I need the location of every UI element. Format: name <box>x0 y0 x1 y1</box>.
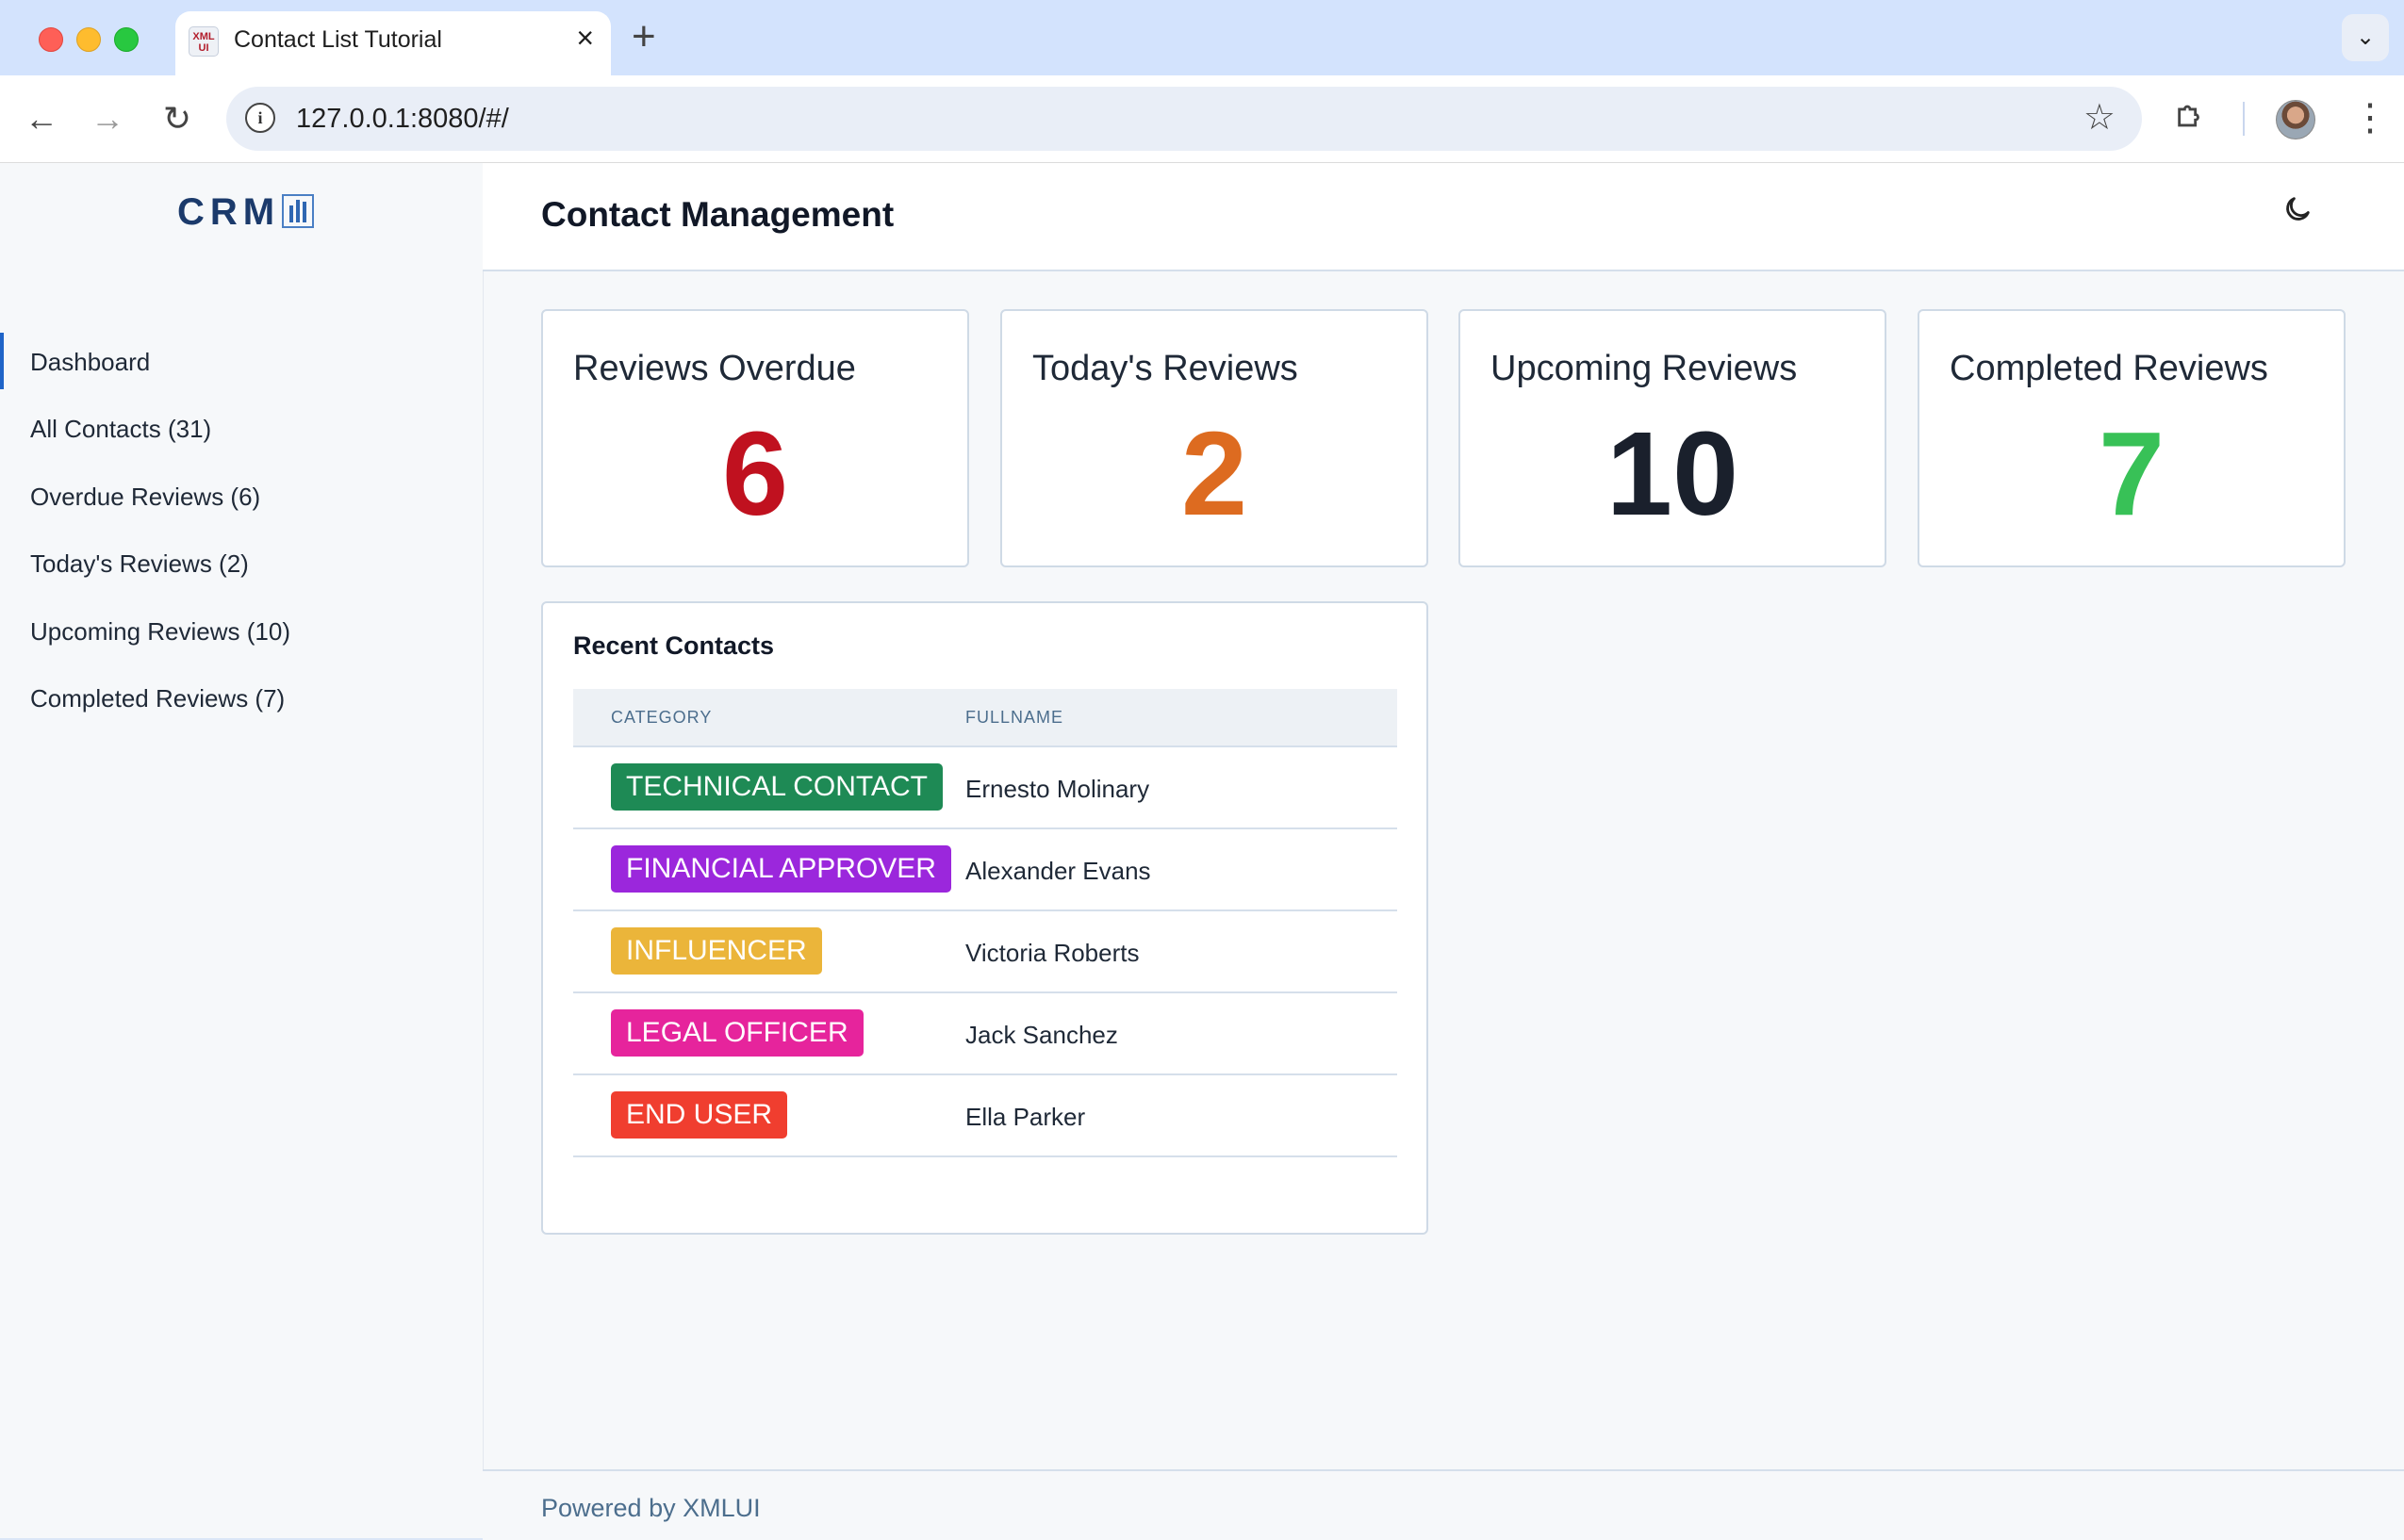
kebab-icon[interactable]: ⋮ <box>2351 94 2389 141</box>
tab-title: Contact List Tutorial <box>234 26 442 53</box>
table-row[interactable]: FINANCIAL APPROVER Alexander Evans <box>573 829 1397 911</box>
sidebar-item-label: Overdue Reviews (6) <box>30 483 261 511</box>
stat-value: 6 <box>721 407 789 540</box>
contacts-table: CATEGORY FULLNAME TECHNICAL CONTACT Erne… <box>573 689 1397 1157</box>
browser-toolbar: ← → ↻ i 127.0.0.1:8080/#/ ☆ ⋮ <box>0 75 2404 163</box>
sidebar-item-dashboard[interactable]: Dashboard <box>0 333 482 389</box>
logo-text: CRM <box>177 191 281 233</box>
puzzle-icon[interactable] <box>2174 100 2206 140</box>
moon-icon[interactable] <box>2281 193 2313 234</box>
window-minimize-button[interactable] <box>76 27 101 52</box>
table-row[interactable]: TECHNICAL CONTACT Ernesto Molinary <box>573 747 1397 829</box>
table-row[interactable]: INFLUENCER Victoria Roberts <box>573 911 1397 993</box>
window-zoom-button[interactable] <box>114 27 139 52</box>
chart-bars-icon <box>282 194 315 228</box>
sidebar-item-overdue-reviews[interactable]: Overdue Reviews (6) <box>0 467 482 524</box>
sidebar-item-todays-reviews[interactable]: Today's Reviews (2) <box>0 534 482 591</box>
table-header: CATEGORY FULLNAME <box>573 689 1397 747</box>
sidebar-item-label: All Contacts (31) <box>30 415 212 443</box>
stat-label: Completed Reviews <box>1950 349 2268 388</box>
table-row[interactable]: END USER Ella Parker <box>573 1075 1397 1157</box>
profile-avatar[interactable] <box>2276 100 2315 139</box>
window-close-button[interactable] <box>39 27 63 52</box>
sidebar-item-label: Completed Reviews (7) <box>30 684 286 713</box>
stat-card-completed[interactable]: Completed Reviews 7 <box>1918 309 2346 567</box>
toolbar-divider <box>2243 102 2245 136</box>
stat-value: 10 <box>1605 407 1739 540</box>
stat-card-overdue[interactable]: Reviews Overdue 6 <box>541 309 969 567</box>
contact-fullname: Alexander Evans <box>965 857 1151 885</box>
category-badge: END USER <box>611 1091 788 1139</box>
contact-fullname: Ernesto Molinary <box>965 775 1150 803</box>
page-header: Contact Management <box>483 163 2404 271</box>
category-badge: TECHNICAL CONTACT <box>611 763 944 811</box>
contact-fullname: Victoria Roberts <box>965 939 1140 967</box>
stat-label: Today's Reviews <box>1032 349 1298 388</box>
app-root: CRM Dashboard All Contacts (31) Overdue … <box>0 163 2404 1540</box>
browser-tab-bar: XML UI Contact List Tutorial × + ⌄ <box>0 0 2404 75</box>
page-footer: Powered by XMLUI <box>483 1469 2404 1540</box>
sidebar-item-completed-reviews[interactable]: Completed Reviews (7) <box>0 669 482 726</box>
favicon-icon: XML UI <box>189 26 219 57</box>
card-title: Recent Contacts <box>573 631 775 660</box>
contact-fullname: Ella Parker <box>965 1103 1086 1131</box>
info-icon[interactable]: i <box>245 103 275 133</box>
stat-label: Reviews Overdue <box>573 349 856 388</box>
category-badge: FINANCIAL APPROVER <box>611 845 951 893</box>
stat-card-today[interactable]: Today's Reviews 2 <box>1000 309 1428 567</box>
arrow-left-icon[interactable]: ← <box>15 92 68 145</box>
sidebar-item-upcoming-reviews[interactable]: Upcoming Reviews (10) <box>0 602 482 659</box>
page-title: Contact Management <box>541 195 895 234</box>
close-icon[interactable]: × <box>576 21 594 56</box>
contact-fullname: Jack Sanchez <box>965 1021 1118 1049</box>
sidebar-item-label: Upcoming Reviews (10) <box>30 617 290 646</box>
category-badge: INFLUENCER <box>611 927 822 975</box>
arrow-right-icon[interactable]: → <box>81 92 134 145</box>
stat-label: Upcoming Reviews <box>1490 349 1798 388</box>
stat-value: 2 <box>1180 407 1248 540</box>
reload-icon[interactable]: ↻ <box>151 92 204 145</box>
sidebar-item-label: Today's Reviews (2) <box>30 549 249 578</box>
star-icon[interactable]: ☆ <box>2083 96 2116 139</box>
table-row[interactable]: LEGAL OFFICER Jack Sanchez <box>573 993 1397 1075</box>
url-text[interactable]: 127.0.0.1:8080/#/ <box>296 104 509 135</box>
sidebar-item-all-contacts[interactable]: All Contacts (31) <box>0 400 482 456</box>
sidebar-item-label: Dashboard <box>30 348 151 376</box>
address-bar[interactable]: i 127.0.0.1:8080/#/ ☆ <box>226 87 2142 151</box>
plus-icon[interactable]: + <box>632 13 656 60</box>
stat-card-upcoming[interactable]: Upcoming Reviews 10 <box>1458 309 1886 567</box>
stat-value: 7 <box>2098 407 2165 540</box>
crm-logo: CRM <box>177 191 315 234</box>
column-header-fullname[interactable]: FULLNAME <box>965 708 1063 728</box>
recent-contacts-card: Recent Contacts CATEGORY FULLNAME TECHNI… <box>541 601 1428 1235</box>
column-header-category[interactable]: CATEGORY <box>611 708 712 728</box>
category-badge: LEGAL OFFICER <box>611 1009 864 1057</box>
footer-text: Powered by XMLUI <box>541 1494 761 1522</box>
chevron-down-icon[interactable]: ⌄ <box>2342 14 2389 61</box>
browser-tab[interactable]: XML UI Contact List Tutorial × <box>175 11 611 75</box>
sidebar: CRM Dashboard All Contacts (31) Overdue … <box>0 163 484 1538</box>
